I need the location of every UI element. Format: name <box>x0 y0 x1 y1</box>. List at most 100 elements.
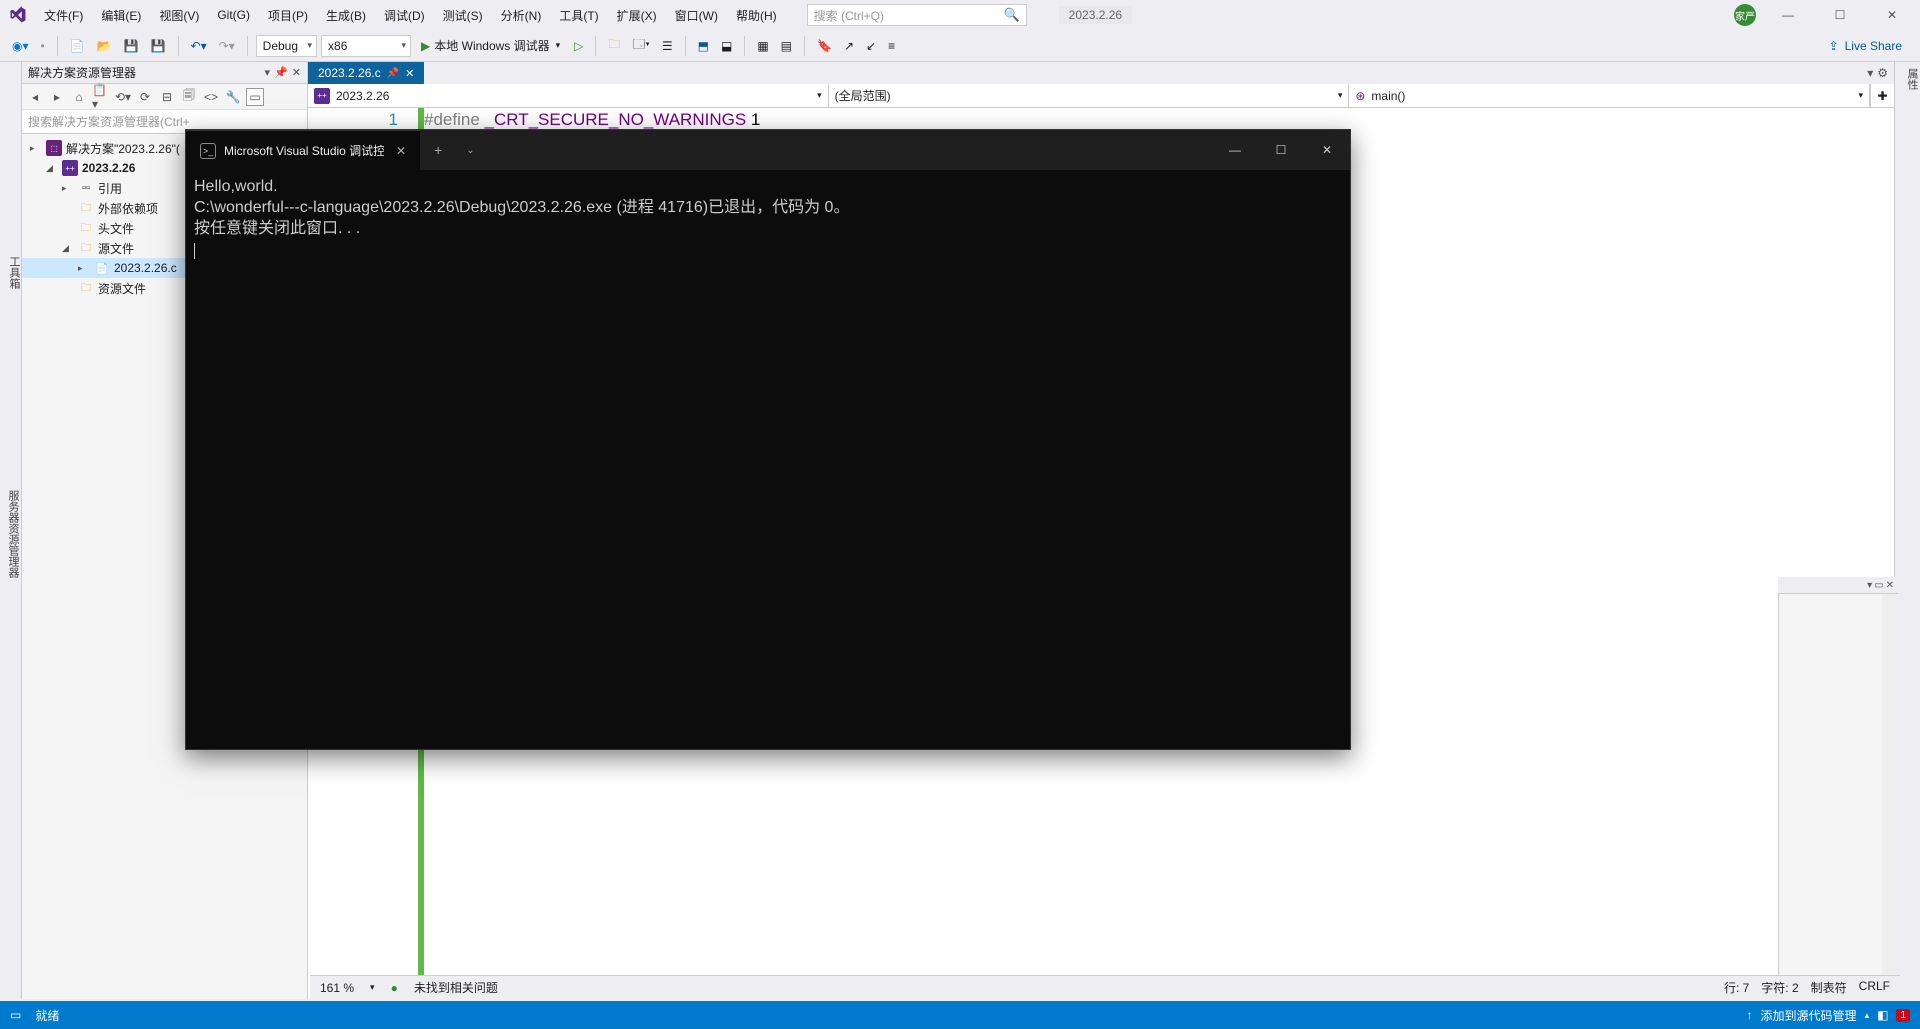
console-tab[interactable]: >_ Microsoft Visual Studio 调试控 ✕ <box>186 130 420 170</box>
panel-pin-icon[interactable]: 📌 <box>274 66 288 79</box>
sol-tb-code[interactable]: <> <box>202 88 220 106</box>
console-tab-close[interactable]: ✕ <box>396 144 406 158</box>
menu-extensions[interactable]: 扩展(X) <box>609 3 665 28</box>
menu-edit[interactable]: 编辑(E) <box>93 3 149 28</box>
panel-dropdown-icon[interactable]: ▾ <box>265 66 271 79</box>
console-close[interactable]: ✕ <box>1304 130 1350 170</box>
panel-close-icon[interactable]: ✕ <box>292 66 301 79</box>
menu-analyze[interactable]: 分析(N) <box>493 3 550 28</box>
menu-build[interactable]: 生成(B) <box>318 3 374 28</box>
tab-toolbox[interactable]: 工具箱 <box>0 250 22 289</box>
status-scm-up-icon: ↑ <box>1747 1008 1753 1022</box>
status-window-icon: ▭ <box>10 1008 21 1022</box>
open-button[interactable]: 📂 <box>93 37 116 55</box>
tb-icon-5[interactable]: ⬓ <box>717 37 736 55</box>
console-titlebar[interactable]: >_ Microsoft Visual Studio 调试控 ✕ + ⌄ — ☐… <box>186 130 1350 170</box>
tb-icon-1[interactable]: 🗀 <box>604 33 624 58</box>
caret-char[interactable]: 字符: 2 <box>1761 979 1798 996</box>
folder-icon: 🗀 <box>78 280 94 296</box>
menu-test[interactable]: 测试(S) <box>435 3 491 28</box>
eol-mode[interactable]: CRLF <box>1859 979 1890 996</box>
tb-icon-4[interactable]: ⬒ <box>694 37 713 55</box>
live-share-button[interactable]: ⇪ Live Share <box>1819 39 1912 53</box>
console-maximize[interactable]: ☐ <box>1258 130 1304 170</box>
menu-tools[interactable]: 工具(T) <box>551 3 606 28</box>
sol-tb-back[interactable]: ◂ <box>26 88 44 106</box>
window-close[interactable]: ✕ <box>1872 3 1912 27</box>
run-debug-button[interactable]: ▶ 本地 Windows 调试器 ▾ <box>415 37 566 54</box>
tb-icon-2[interactable]: 🗔▾ <box>628 33 653 58</box>
platform-combo[interactable]: x86 <box>321 35 411 57</box>
live-share-icon: ⇪ <box>1829 39 1839 53</box>
status-repo-icon[interactable]: ◧ <box>1877 1008 1888 1022</box>
menu-window[interactable]: 窗口(W) <box>667 3 726 28</box>
tb-bookmark-icon[interactable]: 🔖 <box>813 37 836 55</box>
tab-server-explorer[interactable]: 服务器资源管理器 <box>5 490 21 578</box>
tab-close-icon[interactable]: ✕ <box>405 67 414 80</box>
aux-dropdown-icon[interactable]: ▾ <box>1867 580 1872 591</box>
undo-button[interactable]: ↶▾ <box>187 37 211 55</box>
menu-help[interactable]: 帮助(H) <box>728 3 785 28</box>
search-placeholder: 搜索 (Ctrl+Q) <box>814 7 884 24</box>
redo-button[interactable]: ↷▾ <box>215 37 239 55</box>
toolbar: ◉▾ • 📄 📂 💾 💾 ↶▾ ↷▾ Debug x86 ▶ 本地 Window… <box>0 30 1920 62</box>
sol-tb-showall[interactable]: 🗐 <box>180 88 198 106</box>
issues-check-icon: ● <box>391 981 398 995</box>
tb-icon-7[interactable]: ▤ <box>777 37 796 55</box>
aux-pin-icon[interactable]: ▭ <box>1874 580 1883 591</box>
new-item-button[interactable]: 📄 <box>66 37 89 55</box>
aux-scrollbar[interactable] <box>1882 594 1898 975</box>
run-without-debug-button[interactable]: ▷ <box>570 37 587 55</box>
window-maximize[interactable]: ☐ <box>1820 3 1860 27</box>
indent-mode[interactable]: 制表符 <box>1811 979 1847 996</box>
console-minimize[interactable]: — <box>1212 130 1258 170</box>
tb-icon-8[interactable]: ↗ <box>840 37 858 55</box>
user-avatar[interactable]: 家严 <box>1734 4 1756 26</box>
nav-fwd-button[interactable]: • <box>37 37 49 55</box>
sol-tb-home[interactable]: ⌂ <box>70 88 88 106</box>
editor-tabs-settings[interactable]: ⚙ <box>1877 66 1888 80</box>
nav-function-combo[interactable]: ⊛ main() <box>1349 84 1870 107</box>
console-new-tab[interactable]: + <box>420 142 456 158</box>
console-tab-dropdown[interactable]: ⌄ <box>456 145 484 156</box>
tab-pin-icon[interactable]: 📌 <box>387 68 399 79</box>
sol-tb-sync[interactable]: ⟲▾ <box>114 88 132 106</box>
tb-icon-3[interactable]: ☰ <box>658 37 677 55</box>
sol-tb-fwd[interactable]: ▸ <box>48 88 66 106</box>
save-all-button[interactable]: 💾 <box>147 37 170 55</box>
nav-project-combo[interactable]: ++ 2023.2.26 <box>308 84 829 107</box>
aux-close-icon[interactable]: ✕ <box>1886 580 1894 591</box>
tb-icon-6[interactable]: ▦ <box>753 37 772 55</box>
status-scm[interactable]: 添加到源代码管理 <box>1761 1007 1857 1024</box>
caret-line[interactable]: 行: 7 <box>1724 979 1749 996</box>
issues-label[interactable]: 未找到相关问题 <box>414 979 498 996</box>
editor-tab-active[interactable]: 2023.2.26.c 📌 ✕ <box>308 62 424 84</box>
nav-back-button[interactable]: ◉▾ <box>8 37 33 55</box>
window-minimize[interactable]: — <box>1768 3 1808 27</box>
menu-git[interactable]: Git(G) <box>209 4 258 26</box>
config-combo[interactable]: Debug <box>256 35 317 57</box>
editor-tabs-dropdown[interactable]: ▾ <box>1867 66 1873 80</box>
tb-icon-9[interactable]: ↙ <box>862 37 880 55</box>
zoom-level[interactable]: 161 % <box>320 981 354 995</box>
nav-split-button[interactable]: ✚ <box>1870 84 1894 107</box>
sol-tb-prop[interactable]: 🔧 <box>224 88 242 106</box>
menu-project[interactable]: 项目(P) <box>260 3 316 28</box>
status-notifications[interactable]: 1 <box>1896 1009 1910 1022</box>
nav-scope-combo[interactable]: (全局范围) <box>829 84 1350 107</box>
save-button[interactable]: 💾 <box>120 37 143 55</box>
sol-tb-preview[interactable]: ▭ <box>246 88 264 106</box>
function-icon: ⊛ <box>1355 89 1365 103</box>
search-icon: 🔍 <box>1003 7 1019 23</box>
tb-icon-10[interactable]: ≡ <box>884 37 899 55</box>
sol-tb-collapse[interactable]: ⊟ <box>158 88 176 106</box>
solution-explorer-title: 解决方案资源管理器 ▾ 📌 ✕ <box>22 62 307 84</box>
sol-tb-switch[interactable]: 📋▾ <box>92 88 110 106</box>
status-ready: 就绪 <box>35 1007 59 1024</box>
menu-file[interactable]: 文件(F) <box>36 3 91 28</box>
sol-tb-refresh[interactable]: ⟳ <box>136 88 154 106</box>
console-output[interactable]: Hello,world. C:\wonderful---c-language\2… <box>186 170 1350 749</box>
menu-debug[interactable]: 调试(D) <box>376 3 433 28</box>
search-box[interactable]: 搜索 (Ctrl+Q) 🔍 <box>807 4 1027 26</box>
menu-view[interactable]: 视图(V) <box>151 3 207 28</box>
